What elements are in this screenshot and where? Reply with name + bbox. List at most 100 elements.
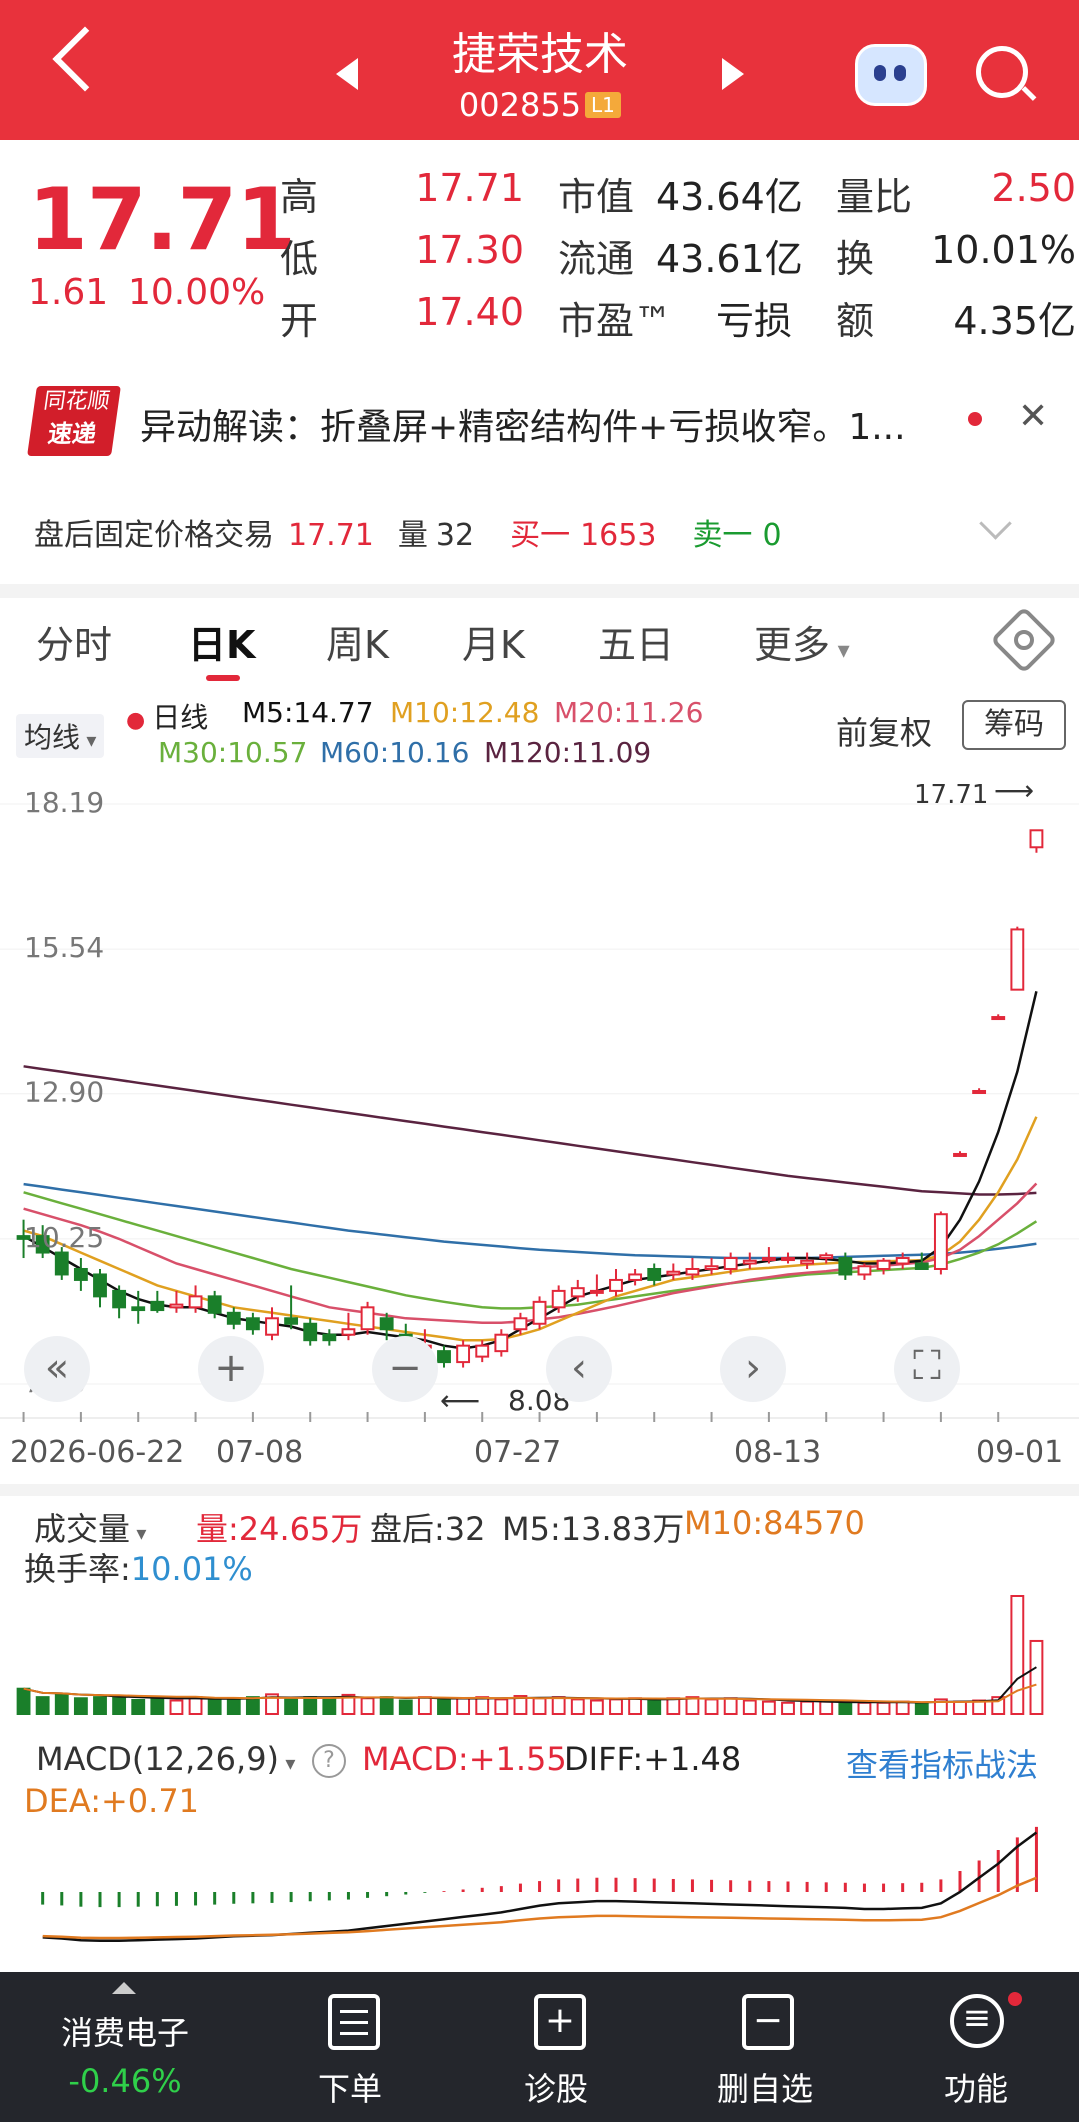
after-hours-label: 盘后固定价格交易 bbox=[34, 518, 274, 553]
search-icon[interactable] bbox=[976, 46, 1028, 98]
sector-name[interactable]: 消费电子 bbox=[40, 2008, 210, 2054]
volume-bar bbox=[398, 1699, 413, 1715]
volume-m10-line bbox=[23, 1683, 1037, 1704]
candle-body bbox=[838, 1257, 853, 1276]
chip-button[interactable]: 筹码 bbox=[962, 700, 1066, 750]
active-tab-indicator bbox=[206, 675, 240, 681]
volume-bar bbox=[322, 1698, 337, 1715]
stock-name: 捷荣技术 bbox=[452, 29, 628, 80]
sell1-value: 0 bbox=[762, 518, 782, 553]
volume-bar bbox=[150, 1697, 165, 1715]
prev-stock-icon[interactable] bbox=[336, 58, 358, 90]
tab-more[interactable]: 更多 ▾ bbox=[754, 614, 850, 669]
next-stock-icon[interactable] bbox=[722, 58, 744, 90]
mcap-value: 43.64亿 bbox=[656, 175, 803, 219]
y-tick-label: 15.54 bbox=[24, 931, 104, 964]
zoom-in-button[interactable]: + bbox=[198, 1336, 264, 1402]
tab-five-day[interactable]: 五日 bbox=[598, 614, 674, 669]
candle-body bbox=[685, 1267, 700, 1276]
adjust-mode[interactable]: 前复权 bbox=[836, 708, 932, 754]
legend-m5: M5:14.77 bbox=[242, 696, 374, 729]
candle-body bbox=[647, 1267, 662, 1281]
volume-bar bbox=[226, 1698, 241, 1715]
volume-bar bbox=[303, 1696, 318, 1715]
help-icon[interactable]: ? bbox=[312, 1744, 346, 1778]
ma-line-m120 bbox=[23, 1065, 1037, 1196]
macd-selector[interactable]: MACD(12,26,9) ▾ bbox=[36, 1740, 295, 1778]
caret-down-icon: ▾ bbox=[80, 728, 97, 752]
chevron-down-icon[interactable] bbox=[979, 507, 1012, 540]
legend-m30: M30:10.57 bbox=[158, 736, 308, 769]
tab-daily-k[interactable]: 日K bbox=[188, 614, 255, 669]
open-value: 17.40 bbox=[415, 290, 524, 334]
order-button[interactable]: 下单 bbox=[300, 2064, 400, 2110]
volume-bar bbox=[207, 1697, 222, 1715]
candle-body bbox=[207, 1295, 222, 1314]
legend-m120: M120:11.09 bbox=[484, 736, 652, 769]
volume-bar bbox=[73, 1697, 88, 1715]
volume-bar bbox=[857, 1701, 872, 1715]
order-icon[interactable] bbox=[328, 1994, 380, 2050]
volume-bar bbox=[245, 1696, 260, 1715]
volume-bar bbox=[647, 1698, 662, 1715]
candle-body bbox=[857, 1265, 872, 1276]
news-headline[interactable]: 异动解读：折叠屏+精密结构件+亏损收窄。1... bbox=[140, 398, 906, 450]
close-icon[interactable]: ✕ bbox=[1018, 396, 1048, 437]
step-left-button[interactable]: ‹ bbox=[546, 1336, 612, 1402]
high-value: 17.71 bbox=[415, 166, 524, 210]
volume-bar bbox=[876, 1701, 891, 1715]
x-axis: 2026-06-22 07-08 07-27 08-13 09-01 bbox=[0, 1412, 1079, 1470]
candle-body bbox=[819, 1254, 834, 1260]
candle-body bbox=[781, 1257, 795, 1262]
volume-bar bbox=[742, 1699, 757, 1715]
volume-chart bbox=[16, 1595, 1044, 1715]
candle-body bbox=[303, 1322, 318, 1342]
tab-monthly-k[interactable]: 月K bbox=[462, 614, 525, 669]
caret-up-icon[interactable] bbox=[112, 1982, 136, 1994]
volume-bar bbox=[417, 1696, 432, 1715]
ma-selector[interactable]: 均线 ▾ bbox=[16, 714, 105, 758]
volume-bar bbox=[54, 1693, 69, 1715]
candle-body bbox=[437, 1350, 451, 1364]
after-hours-row[interactable]: 盘后固定价格交易 17.71 量 32 买一 1653 卖一 0 bbox=[34, 510, 796, 554]
caret-down-icon: ▾ bbox=[830, 636, 850, 664]
diagnose-button[interactable]: 诊股 bbox=[506, 2064, 606, 2110]
menu-icon[interactable]: ≡ bbox=[950, 1994, 1004, 2048]
volume-bar bbox=[761, 1700, 776, 1715]
remove-watchlist-button[interactable]: 删自选 bbox=[700, 2064, 830, 2110]
volume-bar bbox=[723, 1697, 738, 1715]
volume-bar bbox=[456, 1697, 471, 1715]
tab-intraday[interactable]: 分时 bbox=[36, 614, 112, 669]
dot-icon: ● bbox=[126, 708, 153, 733]
turnover-value: 10.01% bbox=[931, 228, 1076, 272]
volume-bar bbox=[532, 1697, 547, 1715]
settings-icon[interactable] bbox=[990, 606, 1058, 674]
functions-button[interactable]: 功能 bbox=[926, 2064, 1026, 2110]
step-right-button[interactable]: › bbox=[720, 1336, 786, 1402]
fullscreen-icon[interactable]: ⛶ bbox=[894, 1336, 960, 1402]
volume-bar bbox=[93, 1696, 107, 1715]
candle-body bbox=[1010, 928, 1025, 991]
candle-body bbox=[704, 1265, 719, 1270]
assistant-robot-icon[interactable] bbox=[855, 44, 927, 106]
remove-watchlist-icon[interactable]: − bbox=[742, 1994, 794, 2050]
diagnose-icon[interactable]: + bbox=[534, 1994, 586, 2050]
candle-body bbox=[456, 1344, 471, 1364]
zoom-out-button[interactable]: − bbox=[372, 1336, 438, 1402]
arrow-right-icon: ⟶ bbox=[994, 774, 1035, 807]
buy1-value: 1653 bbox=[580, 518, 657, 553]
volume-bar bbox=[1029, 1639, 1044, 1715]
tab-weekly-k[interactable]: 周K bbox=[326, 614, 389, 669]
open-label: 开 bbox=[280, 299, 319, 343]
candle-body bbox=[54, 1251, 69, 1276]
candle-body bbox=[112, 1289, 127, 1309]
volume-bar bbox=[169, 1699, 184, 1715]
candle-body bbox=[532, 1300, 547, 1325]
dayline-legend: ● 日线 bbox=[126, 696, 208, 736]
scroll-left-fast-button[interactable]: « bbox=[24, 1336, 90, 1402]
back-icon[interactable] bbox=[52, 26, 118, 92]
candle-body bbox=[475, 1344, 490, 1358]
tab-more-label: 更多 bbox=[754, 623, 831, 667]
y-axis: 18.1915.5412.9010.257.60 bbox=[24, 786, 104, 1399]
candle-body bbox=[666, 1270, 681, 1276]
